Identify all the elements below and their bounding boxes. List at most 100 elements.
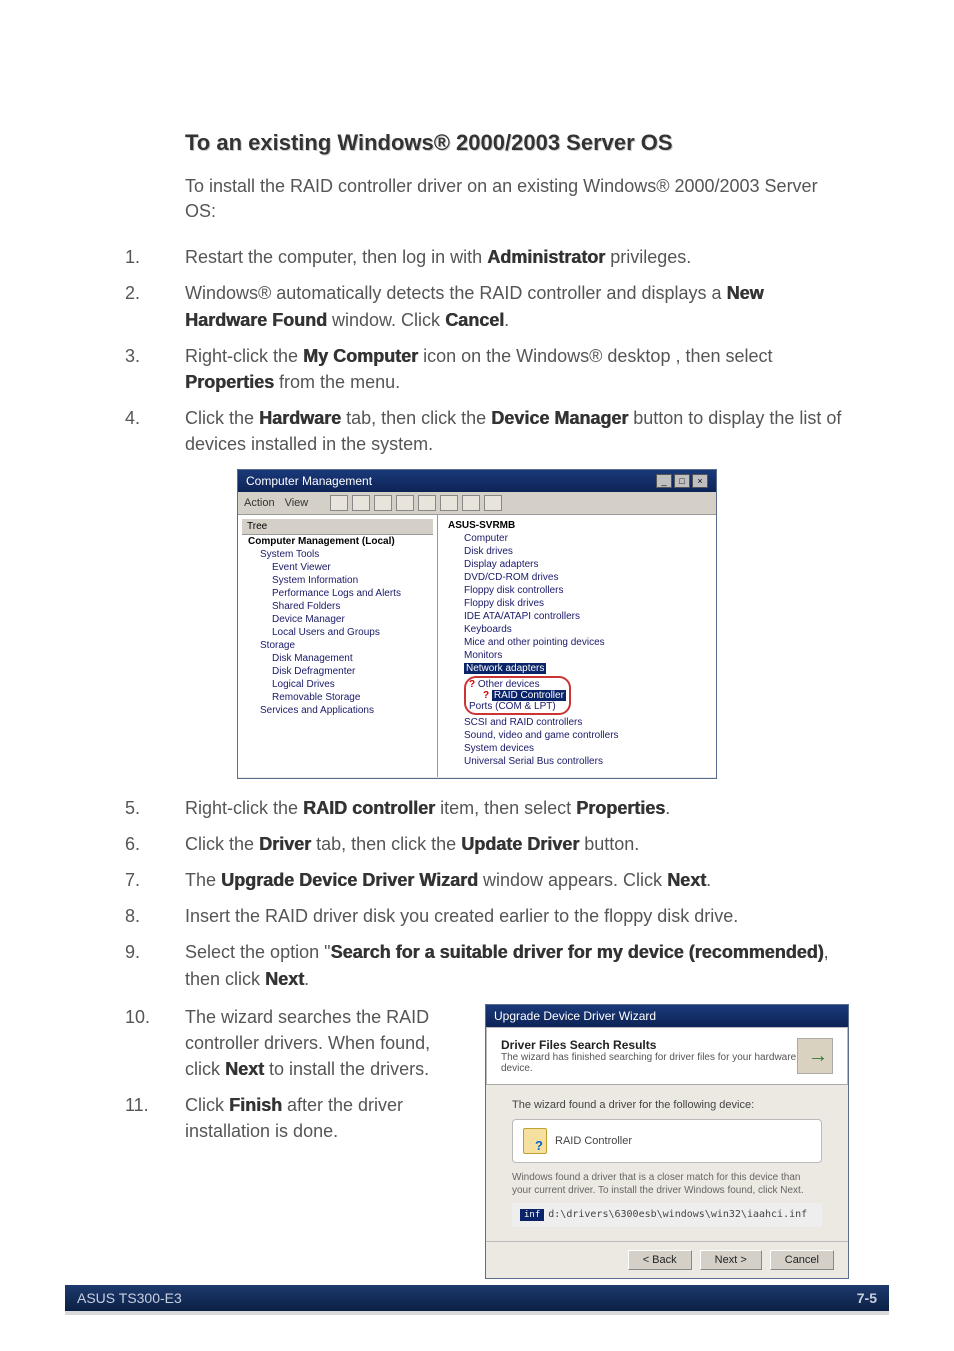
body: Tree Computer Management (Local) System … [238, 515, 716, 777]
other-devices[interactable]: ? Other devices [469, 679, 566, 690]
tree-root[interactable]: Computer Management (Local) [242, 535, 433, 548]
device-section: RAID Controller [512, 1119, 822, 1163]
text: Click the [185, 834, 259, 854]
raid-controller-item[interactable]: ? RAID Controller [469, 690, 566, 701]
steps-list-1-4: Restart the computer, then log in with A… [65, 244, 889, 457]
device-item[interactable]: Computer [442, 532, 712, 545]
menu-view[interactable]: View [285, 497, 309, 509]
device-item[interactable]: Monitors [442, 649, 712, 662]
cancel-button[interactable]: Cancel [770, 1250, 834, 1270]
nav-back-icon[interactable] [330, 495, 348, 511]
device-item[interactable]: Disk drives [442, 545, 712, 558]
bold: Hardware [259, 408, 341, 428]
bold: Device Manager [491, 408, 628, 428]
tree-item[interactable]: Logical Drives [242, 678, 433, 691]
selected-label: Network adapters [464, 663, 546, 674]
warning-icon: ? [483, 690, 489, 701]
menu-action[interactable]: Action [244, 497, 275, 509]
bold: Next [265, 969, 304, 989]
text: to install the drivers. [264, 1059, 429, 1079]
tree-item[interactable]: Device Manager [242, 613, 433, 626]
tree-item[interactable]: System Information [242, 574, 433, 587]
steps-list-10-11: 10. The wizard searches the RAID control… [65, 1004, 465, 1279]
device-item[interactable]: Universal Serial Bus controllers [442, 755, 712, 768]
device-item[interactable]: Floppy disk controllers [442, 584, 712, 597]
ports-item[interactable]: Ports (COM & LPT) [469, 701, 566, 712]
device-pane: ASUS-SVRMB Computer Disk drives Display … [438, 515, 716, 777]
device-root[interactable]: ASUS-SVRMB [442, 519, 712, 532]
num: 10. [125, 1004, 150, 1030]
bold: Driver [259, 834, 311, 854]
up-tree-icon[interactable] [374, 495, 392, 511]
device-item[interactable]: System devices [442, 742, 712, 755]
scan-hardware-icon[interactable] [484, 495, 502, 511]
tree-item[interactable]: System Tools [242, 548, 433, 561]
footer-left: ASUS TS300-E3 [77, 1290, 182, 1306]
tree-item[interactable]: Event Viewer [242, 561, 433, 574]
nav-forward-icon[interactable] [352, 495, 370, 511]
device-item[interactable]: Network adapters [442, 662, 712, 675]
warning-icon: ? [469, 679, 475, 690]
titlebar: Upgrade Device Driver Wizard [486, 1005, 848, 1027]
bottom-row: 10. The wizard searches the RAID control… [65, 1004, 889, 1279]
device-item[interactable]: IDE ATA/ATAPI controllers [442, 610, 712, 623]
device-item[interactable]: Display adapters [442, 558, 712, 571]
step-1: Restart the computer, then log in with A… [125, 244, 849, 270]
properties-icon[interactable] [418, 495, 436, 511]
computer-management-window: Computer Management _ □ × Action View Tr… [237, 469, 717, 779]
explanation-text: Windows found a driver that is a closer … [512, 1171, 822, 1197]
footer-shadow [65, 1311, 889, 1315]
text: privileges. [605, 247, 691, 267]
device-name: RAID Controller [555, 1135, 632, 1147]
text: from the menu. [274, 372, 400, 392]
header-title: Driver Files Search Results [501, 1038, 797, 1052]
minimize-icon[interactable]: _ [656, 474, 672, 488]
device-icon [523, 1128, 547, 1154]
maximize-icon[interactable]: □ [674, 474, 690, 488]
tree-item[interactable]: Disk Defragmenter [242, 665, 433, 678]
tree-item[interactable]: Disk Management [242, 652, 433, 665]
text: Right-click the [185, 346, 303, 366]
device-item[interactable]: Keyboards [442, 623, 712, 636]
window-title: Computer Management [246, 474, 372, 488]
text: window appears. Click [478, 870, 667, 890]
show-tree-icon[interactable] [396, 495, 414, 511]
wizard-header: Driver Files Search Results The wizard h… [486, 1027, 848, 1085]
tree-item[interactable]: Local Users and Groups [242, 626, 433, 639]
intro-text: To install the RAID controller driver on… [65, 174, 889, 224]
tree-pane: Tree Computer Management (Local) System … [238, 515, 438, 777]
text: icon on the Windows® desktop , then sele… [418, 346, 772, 366]
device-item[interactable]: Floppy disk drives [442, 597, 712, 610]
device-item[interactable]: Sound, video and game controllers [442, 729, 712, 742]
back-button[interactable]: < Back [628, 1250, 692, 1270]
next-button[interactable]: Next > [700, 1250, 762, 1270]
tree-header: Tree [242, 519, 433, 535]
step-6: Click the Driver tab, then click the Upd… [125, 831, 849, 857]
footer-bar: ASUS TS300-E3 7-5 [65, 1285, 889, 1311]
tree-item[interactable]: Services and Applications [242, 704, 433, 717]
bold: Administrator [487, 247, 605, 267]
tree-item[interactable]: Shared Folders [242, 600, 433, 613]
window-buttons: _ □ × [656, 474, 708, 488]
footer-right: 7-5 [857, 1290, 877, 1306]
device-item[interactable]: DVD/CD-ROM drives [442, 571, 712, 584]
text: Click the [185, 408, 259, 428]
text: Right-click the [185, 798, 303, 818]
device-item[interactable]: Mice and other pointing devices [442, 636, 712, 649]
refresh-icon[interactable] [440, 495, 458, 511]
text: tab, then click the [311, 834, 461, 854]
tree-item[interactable]: Storage [242, 639, 433, 652]
text: . [665, 798, 670, 818]
titlebar: Computer Management _ □ × [238, 470, 716, 492]
close-icon[interactable]: × [692, 474, 708, 488]
section-title: To an existing Windows® 2000/2003 Server… [65, 130, 889, 156]
tree-item[interactable]: Removable Storage [242, 691, 433, 704]
device-item[interactable]: SCSI and RAID controllers [442, 716, 712, 729]
tree-item[interactable]: Performance Logs and Alerts [242, 587, 433, 600]
path-text: d:\drivers\6300esb\windows\win32\iaahci.… [548, 1209, 807, 1220]
bold: Update Driver [461, 834, 579, 854]
step-7: The Upgrade Device Driver Wizard window … [125, 867, 849, 893]
help-icon[interactable] [462, 495, 480, 511]
steps-list-5-9: Right-click the RAID controller item, th… [65, 795, 889, 992]
bold: Upgrade Device Driver Wizard [221, 870, 478, 890]
